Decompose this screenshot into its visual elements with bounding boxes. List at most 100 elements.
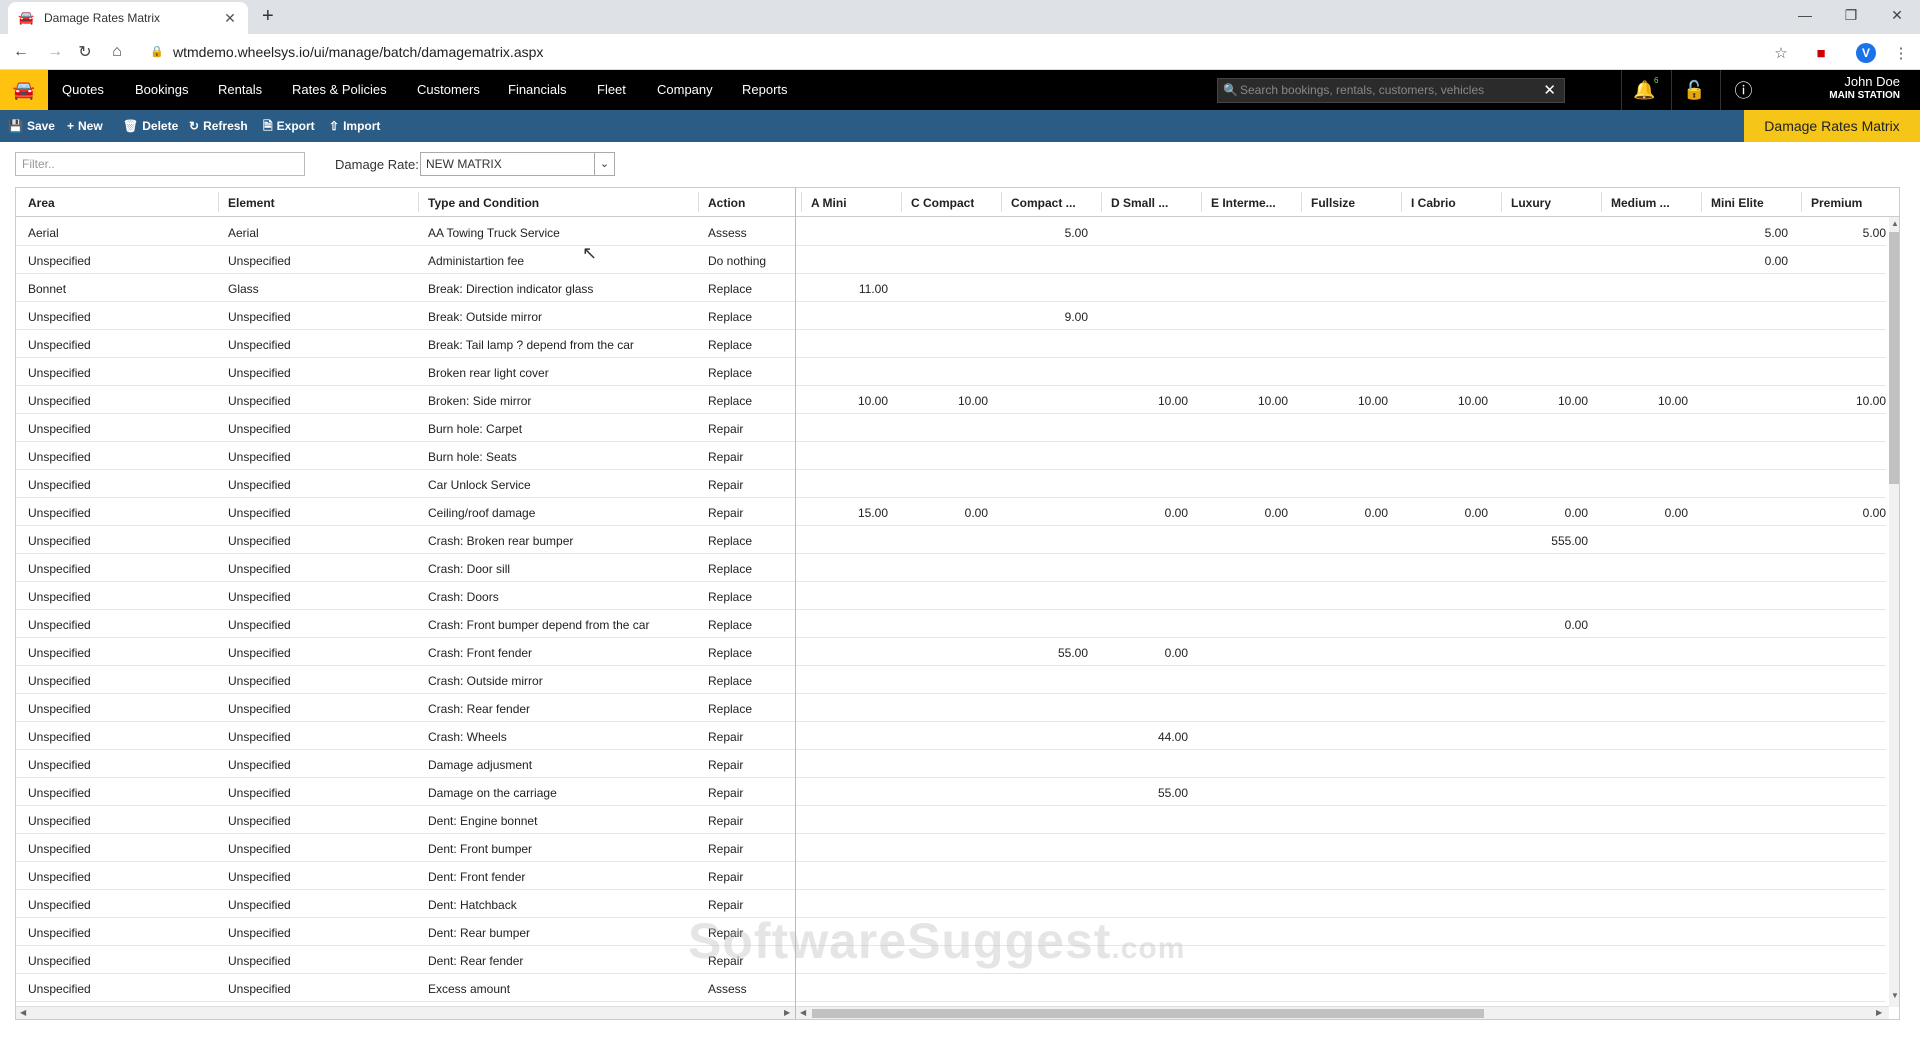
table-cell[interactable]: Unspecified [228, 674, 420, 688]
column-header[interactable]: Action [708, 196, 745, 210]
table-cell[interactable]: Dent: Front bumper [428, 842, 700, 856]
table-cell[interactable]: Replace [708, 702, 788, 716]
export-button[interactable]: 🗎 Export [258, 110, 320, 142]
table-cell[interactable]: Repair [708, 506, 788, 520]
table-cell[interactable]: Damage adjusment [428, 758, 700, 772]
table-cell[interactable]: Aerial [228, 226, 420, 240]
refresh-button[interactable]: ↻ Refresh [184, 110, 253, 142]
table-cell[interactable]: Unspecified [28, 954, 220, 968]
bell-icon[interactable]: 🔔 [1621, 70, 1667, 110]
table-cell[interactable]: Replace [708, 646, 788, 660]
table-cell[interactable]: Repair [708, 450, 788, 464]
table-cell[interactable]: Unspecified [28, 534, 220, 548]
table-cell[interactable]: Replace [708, 310, 788, 324]
table-cell[interactable]: Unspecified [228, 394, 420, 408]
horizontal-scrollbar-thumb[interactable] [812, 1009, 1484, 1018]
global-search-input[interactable]: 🔍 Search bookings, rentals, customers, v… [1217, 78, 1565, 103]
rate-cell[interactable]: 0.00 [1508, 618, 1588, 632]
new-button[interactable]: + New [62, 110, 108, 142]
table-cell[interactable]: Unspecified [28, 842, 220, 856]
rate-cell[interactable]: 5.00 [1008, 226, 1088, 240]
profile-avatar[interactable]: V [1856, 43, 1876, 63]
rate-cell[interactable]: 5.00 [1806, 226, 1886, 240]
damage-rate-select[interactable]: NEW MATRIX ⌄ [420, 152, 615, 176]
table-cell[interactable]: Aerial [28, 226, 220, 240]
scroll-right-icon[interactable]: ▶ [1876, 1008, 1882, 1017]
table-cell[interactable]: Glass [228, 282, 420, 296]
table-cell[interactable]: Unspecified [28, 366, 220, 380]
rate-cell[interactable]: 5.00 [1708, 226, 1788, 240]
menu-rates-policies[interactable]: Rates & Policies [292, 70, 387, 110]
table-cell[interactable]: Crash: Front bumper depend from the car [428, 618, 700, 632]
table-cell[interactable]: Repair [708, 814, 788, 828]
vertical-scrollbar-thumb[interactable] [1889, 232, 1899, 484]
reload-icon[interactable]: ↻ [74, 41, 96, 63]
pdf-extension-icon[interactable]: ■ [1810, 42, 1832, 64]
rate-cell[interactable]: 9.00 [1008, 310, 1088, 324]
rate-cell[interactable]: 0.00 [1608, 506, 1688, 520]
table-cell[interactable]: Replace [708, 338, 788, 352]
table-cell[interactable]: Unspecified [228, 786, 420, 800]
new-tab-button[interactable]: + [262, 6, 274, 26]
table-cell[interactable]: Unspecified [228, 926, 420, 940]
table-cell[interactable]: Break: Outside mirror [428, 310, 700, 324]
menu-company[interactable]: Company [657, 70, 713, 110]
table-cell[interactable]: Unspecified [28, 254, 220, 268]
table-cell[interactable]: Crash: Doors [428, 590, 700, 604]
table-cell[interactable]: Unspecified [28, 758, 220, 772]
rate-cell[interactable]: 0.00 [1708, 254, 1788, 268]
car-logo-icon[interactable]: 🚘 [0, 70, 48, 110]
browser-menu-icon[interactable]: ⋮ [1890, 42, 1912, 64]
menu-rentals[interactable]: Rentals [218, 70, 262, 110]
table-cell[interactable]: Unspecified [28, 814, 220, 828]
table-cell[interactable]: Crash: Wheels [428, 730, 700, 744]
table-cell[interactable]: Unspecified [28, 478, 220, 492]
table-cell[interactable]: Unspecified [228, 534, 420, 548]
rate-cell[interactable]: 11.00 [808, 282, 888, 296]
table-cell[interactable]: Unspecified [228, 422, 420, 436]
menu-bookings[interactable]: Bookings [135, 70, 188, 110]
table-cell[interactable]: Unspecified [28, 926, 220, 940]
rate-cell[interactable]: 55.00 [1108, 786, 1188, 800]
table-cell[interactable]: Crash: Front fender [428, 646, 700, 660]
table-cell[interactable]: Burn hole: Seats [428, 450, 700, 464]
column-header[interactable]: C Compact [911, 196, 974, 210]
table-cell[interactable]: Repair [708, 758, 788, 772]
rate-cell[interactable]: 0.00 [1108, 506, 1188, 520]
table-cell[interactable]: Excess amount [428, 982, 700, 996]
rate-cell[interactable]: 0.00 [1208, 506, 1288, 520]
table-cell[interactable]: Repair [708, 422, 788, 436]
table-cell[interactable]: Dent: Hatchback [428, 898, 700, 912]
table-cell[interactable]: Unspecified [28, 394, 220, 408]
table-cell[interactable]: Unspecified [28, 590, 220, 604]
rate-cell[interactable]: 0.00 [1806, 506, 1886, 520]
table-cell[interactable]: Repair [708, 898, 788, 912]
unlock-icon[interactable]: 🔓 [1671, 70, 1717, 110]
table-cell[interactable]: Broken: Side mirror [428, 394, 700, 408]
table-cell[interactable]: Repair [708, 478, 788, 492]
table-cell[interactable]: Replace [708, 674, 788, 688]
menu-fleet[interactable]: Fleet [597, 70, 626, 110]
column-header[interactable]: Element [228, 196, 275, 210]
close-window-icon[interactable]: ✕ [1874, 0, 1920, 30]
table-cell[interactable]: Damage on the carriage [428, 786, 700, 800]
column-header[interactable]: Compact ... [1011, 196, 1076, 210]
table-cell[interactable]: Unspecified [28, 786, 220, 800]
table-cell[interactable]: Car Unlock Service [428, 478, 700, 492]
rate-cell[interactable]: 0.00 [1508, 506, 1588, 520]
table-cell[interactable]: Ceiling/roof damage [428, 506, 700, 520]
table-cell[interactable]: Crash: Outside mirror [428, 674, 700, 688]
table-cell[interactable]: Unspecified [28, 450, 220, 464]
filter-input[interactable]: Filter.. [15, 152, 305, 176]
star-icon[interactable]: ☆ [1770, 42, 1792, 64]
rate-cell[interactable]: 555.00 [1508, 534, 1588, 548]
save-button[interactable]: 💾 Save [3, 110, 60, 142]
scroll-up-icon[interactable]: ▲ [1891, 219, 1899, 228]
rate-cell[interactable]: 10.00 [1508, 394, 1588, 408]
table-cell[interactable]: Repair [708, 870, 788, 884]
table-cell[interactable]: Unspecified [28, 506, 220, 520]
restore-icon[interactable]: ❐ [1828, 0, 1874, 30]
table-cell[interactable]: Unspecified [28, 898, 220, 912]
table-cell[interactable]: Broken rear light cover [428, 366, 700, 380]
table-cell[interactable]: Unspecified [28, 310, 220, 324]
